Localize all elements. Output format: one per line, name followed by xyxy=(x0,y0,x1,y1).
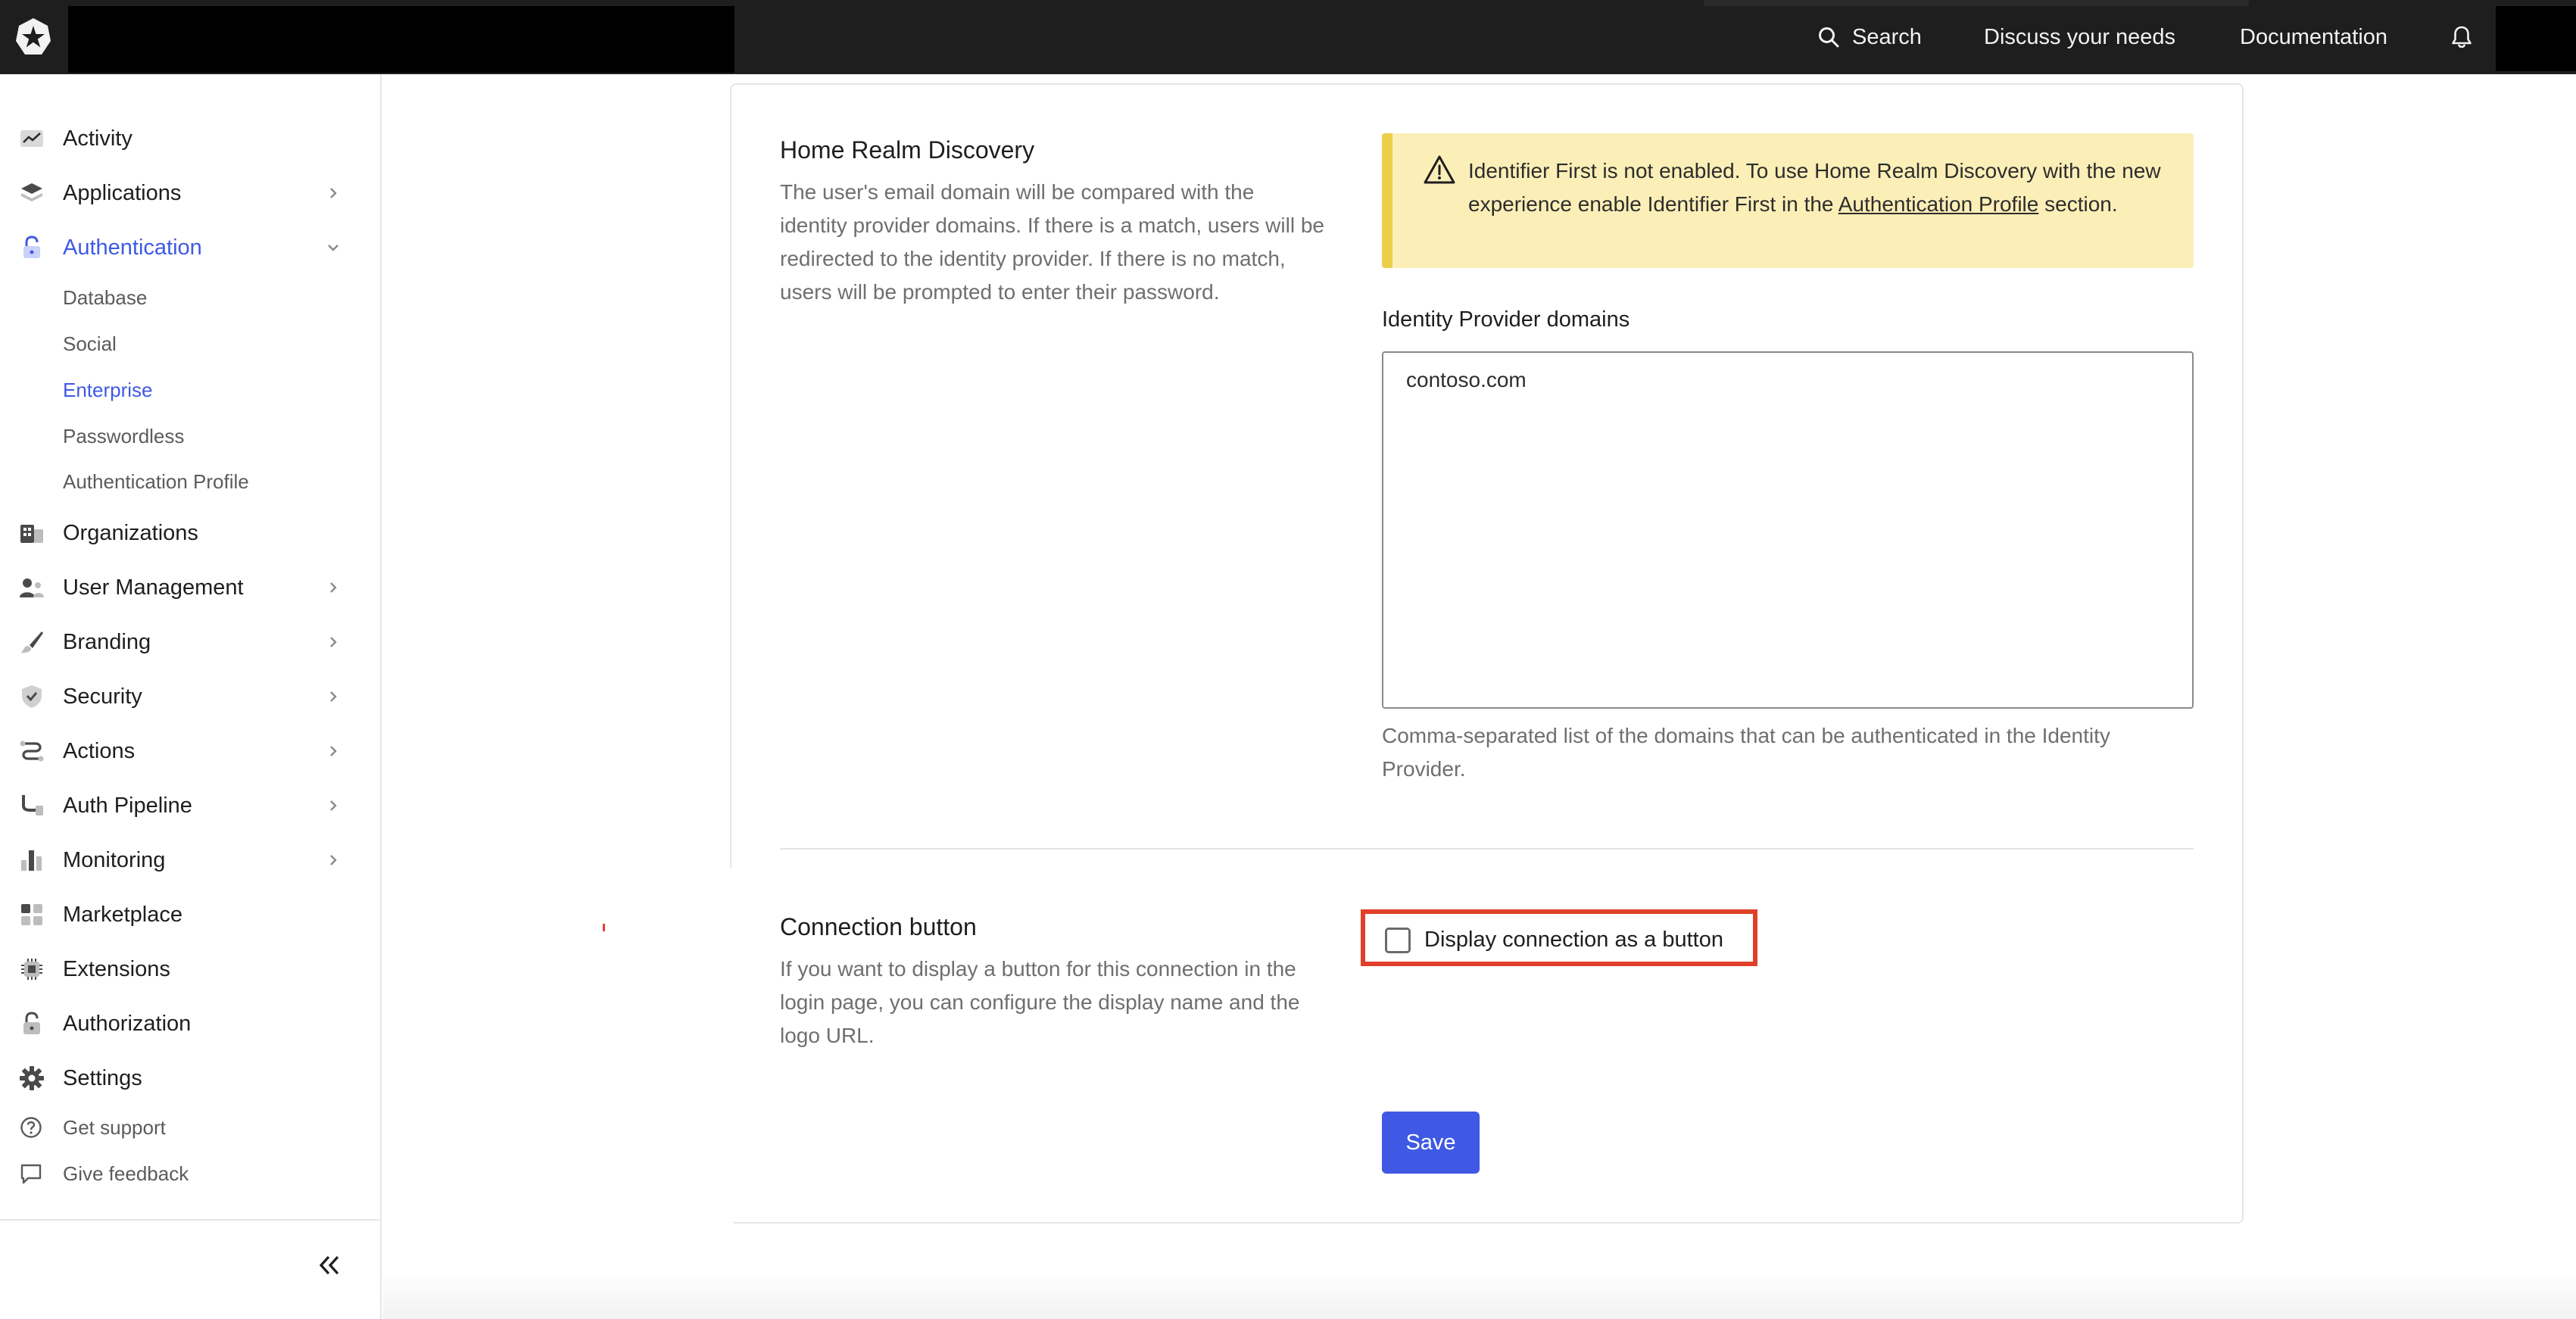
identity-provider-domains-label: Identity Provider domains xyxy=(1382,307,1630,332)
shield-icon xyxy=(18,684,45,709)
chevron-right-icon xyxy=(330,855,337,865)
identity-provider-domains-help: Comma-separated list of the domains that… xyxy=(1382,724,2110,781)
identity-provider-domains-field[interactable]: contoso.com xyxy=(1382,351,2194,709)
sidebar-item-label: Applications xyxy=(63,180,182,205)
home-realm-discovery-description: The user's email domain will be compared… xyxy=(780,180,1324,304)
marketplace-icon xyxy=(18,902,45,928)
sidebar-item-label: Auth Pipeline xyxy=(63,793,192,818)
card-gap xyxy=(727,868,733,1231)
page-bottom-fade xyxy=(383,1272,2576,1319)
connection-button-description: If you want to display a button for this… xyxy=(780,957,1300,1047)
sidebar-subitem-passwordless[interactable]: Passwordless xyxy=(63,421,184,451)
chevron-right-icon xyxy=(330,691,337,702)
sidebar-item-label: Activity xyxy=(63,126,133,151)
sidebar-item-give-feedback[interactable]: Give feedback xyxy=(0,1155,382,1193)
sidebar-item-label: User Management xyxy=(63,575,244,600)
identifier-first-alert: Identifier First is not enabled. To use … xyxy=(1382,133,2194,268)
bell-icon xyxy=(2452,26,2472,48)
display-as-button-checkbox[interactable] xyxy=(1385,928,1411,953)
display-as-button-label[interactable]: Display connection as a button xyxy=(1424,928,1723,953)
lock-icon xyxy=(18,1011,45,1037)
sidebar-item-monitoring[interactable]: Monitoring xyxy=(0,837,382,883)
sidebar-item-label: Authentication xyxy=(63,235,202,260)
users-icon xyxy=(18,575,45,600)
sidebar-item-label: Extensions xyxy=(63,956,170,981)
pipeline-icon xyxy=(18,793,45,819)
sidebar-item-organizations[interactable]: Organizations xyxy=(0,510,382,556)
activity-icon xyxy=(18,126,45,151)
sidebar-divider xyxy=(0,1219,382,1221)
sidebar-item-marketplace[interactable]: Marketplace xyxy=(0,892,382,937)
sidebar-item-authorization[interactable]: Authorization xyxy=(0,1001,382,1046)
sidebar-item-extensions[interactable]: Extensions xyxy=(0,946,382,992)
top-bar: Search Discuss your needs Documentation xyxy=(0,0,2576,74)
sidebar-item-label: Monitoring xyxy=(63,847,166,872)
sidebar-subitem-enterprise[interactable]: Enterprise xyxy=(63,375,153,405)
gear-icon xyxy=(18,1065,45,1091)
search-label: Search xyxy=(1852,24,1922,49)
cursor-mark xyxy=(603,924,605,931)
sidebar-item-label: Authorization xyxy=(63,1011,192,1036)
chevron-right-icon xyxy=(330,800,337,811)
sidebar-item-applications[interactable]: Applications xyxy=(0,170,382,216)
sidebar-subitem-social[interactable]: Social xyxy=(63,329,117,359)
discuss-needs-label: Discuss your needs xyxy=(1984,24,2176,49)
notifications-button[interactable] xyxy=(2450,0,2473,74)
sidebar-item-label: Settings xyxy=(63,1065,142,1090)
bar-chart-icon xyxy=(18,847,45,873)
sidebar-item-actions[interactable]: Actions xyxy=(0,728,382,774)
sidebar-subitem-database[interactable]: Database xyxy=(63,282,147,313)
save-button[interactable]: Save xyxy=(1382,1112,1480,1174)
search-button[interactable]: Search xyxy=(1817,0,1922,74)
sidebar-item-authentication[interactable]: Authentication xyxy=(0,225,382,270)
chat-bubble-icon xyxy=(18,1162,44,1186)
sidebar-item-get-support[interactable]: Get support xyxy=(0,1109,382,1146)
sidebar-item-activity[interactable]: Activity xyxy=(0,116,382,161)
applications-icon xyxy=(18,180,45,206)
sidebar-item-settings[interactable]: Settings xyxy=(0,1056,382,1101)
documentation-label: Documentation xyxy=(2240,24,2388,49)
connection-button-title: Connection button xyxy=(780,913,977,940)
warning-triangle-icon xyxy=(1424,155,1455,184)
sidebar-item-label: Organizations xyxy=(63,520,198,545)
chevron-right-icon xyxy=(330,188,337,198)
collapse-sidebar-button[interactable] xyxy=(310,1246,348,1284)
sidebar: Activity Applications Authentication Dat… xyxy=(0,74,382,1319)
section-divider xyxy=(780,848,2194,850)
auth0-logo-icon[interactable] xyxy=(0,0,67,74)
sidebar-item-user-management[interactable]: User Management xyxy=(0,565,382,610)
documentation-link[interactable]: Documentation xyxy=(2240,0,2387,74)
sidebar-item-label: Get support xyxy=(63,1115,166,1139)
double-chevron-left-icon xyxy=(319,1255,339,1275)
sidebar-item-label: Marketplace xyxy=(63,902,182,927)
search-icon xyxy=(1819,27,1839,48)
sidebar-item-label: Actions xyxy=(63,738,136,763)
organizations-icon xyxy=(18,520,45,546)
sidebar-subitem-authentication-profile[interactable]: Authentication Profile xyxy=(63,466,249,497)
tenant-selector[interactable] xyxy=(68,6,734,73)
user-menu[interactable] xyxy=(2496,6,2576,71)
chevron-right-icon xyxy=(330,637,337,647)
sidebar-item-auth-pipeline[interactable]: Auth Pipeline xyxy=(0,783,382,828)
sidebar-item-label: Branding xyxy=(63,629,151,654)
discuss-needs-link[interactable]: Discuss your needs xyxy=(1984,0,2175,74)
chip-icon xyxy=(18,956,45,982)
alert-text-end: section. xyxy=(2038,192,2118,216)
lock-icon xyxy=(18,235,45,260)
chevron-right-icon xyxy=(330,746,337,756)
sidebar-item-security[interactable]: Security xyxy=(0,674,382,719)
alert-text: Identifier First is not enabled. To use … xyxy=(1468,154,2180,221)
sidebar-item-label: Security xyxy=(63,684,142,709)
display-as-button-highlight: Display connection as a button xyxy=(1361,909,1757,966)
home-realm-discovery-title: Home Realm Discovery xyxy=(780,136,1035,164)
sidebar-item-label: Give feedback xyxy=(63,1162,189,1185)
chevron-right-icon xyxy=(330,582,337,593)
brush-icon xyxy=(18,629,45,655)
sidebar-item-branding[interactable]: Branding xyxy=(0,619,382,665)
help-circle-icon xyxy=(18,1115,44,1140)
actions-icon xyxy=(18,738,45,764)
chevron-down-icon xyxy=(328,245,338,251)
authentication-profile-link[interactable]: Authentication Profile xyxy=(1838,192,2039,216)
